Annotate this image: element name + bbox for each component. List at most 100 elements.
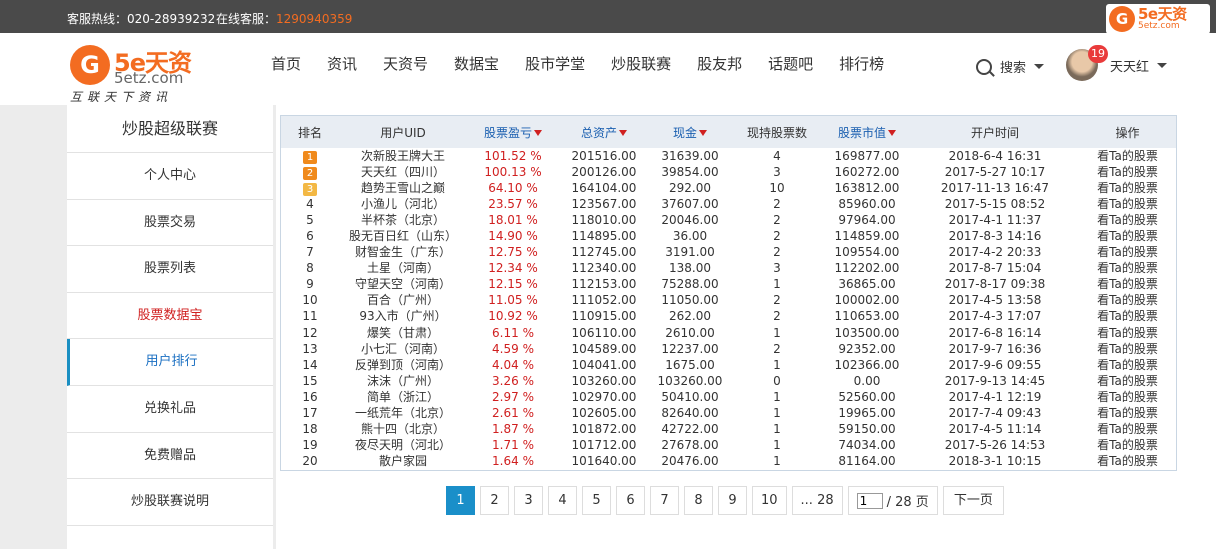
view-stocks-link[interactable]: 看Ta的股票 bbox=[1079, 357, 1176, 374]
table-row: 9 守望天空（河南） 12.15 % 112153.00 75288.00 1 36865.… bbox=[281, 277, 1176, 293]
table-row: 11 93入市（广州） 10.92 % 110915.00 262.00 2 110653.… bbox=[281, 309, 1176, 325]
nav-item-0[interactable]: 首页 bbox=[271, 53, 301, 74]
total-assets-cell: 101640.00 bbox=[559, 453, 649, 470]
page-button-6[interactable]: 7 bbox=[650, 486, 679, 515]
view-stocks-link[interactable]: 看Ta的股票 bbox=[1079, 309, 1176, 325]
view-stocks-link[interactable]: 看Ta的股票 bbox=[1079, 389, 1176, 406]
next-page-button[interactable]: 下一页 bbox=[942, 486, 1004, 515]
view-stocks-link[interactable]: 看Ta的股票 bbox=[1079, 292, 1176, 309]
view-stocks-link[interactable]: 看Ta的股票 bbox=[1079, 277, 1176, 293]
user-uid-cell[interactable]: 股无百日红（山东） bbox=[339, 228, 467, 245]
user-uid-cell[interactable]: 夜尽天明（河北） bbox=[339, 438, 467, 454]
cash-cell: 292.00 bbox=[669, 180, 711, 195]
user-uid-cell[interactable]: 百合（广州） bbox=[339, 292, 467, 309]
view-stocks-link[interactable]: 看Ta的股票 bbox=[1079, 438, 1176, 454]
view-stocks-link[interactable]: 看Ta的股票 bbox=[1079, 260, 1176, 277]
view-stocks-link[interactable]: 看Ta的股票 bbox=[1079, 325, 1176, 342]
sidebar-item-stock-trading[interactable]: 股票交易 bbox=[67, 200, 273, 247]
user-uid-cell[interactable]: 小七汇（河南） bbox=[339, 341, 467, 357]
user-uid-cell[interactable]: 反弹到顶（河南） bbox=[339, 357, 467, 374]
cash-cell: 75288.00 bbox=[661, 277, 719, 292]
page-button-5[interactable]: 6 bbox=[616, 486, 645, 515]
page-button-1[interactable]: 2 bbox=[480, 486, 509, 515]
user-uid-cell[interactable]: 次新股王牌大王 bbox=[339, 148, 467, 164]
site-logo[interactable]: G 5e天资 5etz.com 互联天下资讯 bbox=[70, 43, 200, 104]
user-uid-cell[interactable]: 小渔儿（河北） bbox=[339, 196, 467, 213]
rank-cell: 19 bbox=[302, 438, 318, 453]
sidebar-item-league-rules[interactable]: 炒股联赛说明 bbox=[67, 479, 273, 526]
nav-item-2[interactable]: 天资号 bbox=[383, 53, 428, 74]
user-uid-cell[interactable]: 趋势王雪山之巅 bbox=[339, 180, 467, 196]
nav-item-5[interactable]: 炒股联赛 bbox=[611, 53, 671, 74]
sidebar-item-stock-list[interactable]: 股票列表 bbox=[67, 246, 273, 293]
nav-item-6[interactable]: 股友邦 bbox=[697, 53, 742, 74]
page-button-10[interactable]: ... 28 bbox=[791, 486, 843, 515]
rank-cell: 20 bbox=[281, 453, 339, 470]
page-button-0[interactable]: 1 bbox=[446, 486, 475, 515]
col-total-assets[interactable]: 总资产 bbox=[559, 116, 649, 148]
profit-cell: 64.10 % bbox=[488, 180, 538, 195]
user-uid-cell[interactable]: 半杯茶（北京） bbox=[339, 212, 467, 228]
total-assets-cell: 112745.00 bbox=[571, 245, 637, 260]
page-jump-input[interactable] bbox=[856, 492, 883, 509]
user-uid-cell[interactable]: 爆笑（甘肃） bbox=[339, 325, 467, 342]
user-uid-cell[interactable]: 土星（河南） bbox=[339, 260, 467, 277]
open-time-cell: 2017-8-3 14:16 bbox=[911, 228, 1079, 245]
nav-item-4[interactable]: 股市学堂 bbox=[525, 53, 585, 74]
market-value-cell: 97964.00 bbox=[838, 212, 896, 227]
notification-badge[interactable]: 19 bbox=[1088, 45, 1108, 63]
user-uid-cell[interactable]: 财智金生（广东） bbox=[339, 245, 467, 261]
view-stocks-link[interactable]: 看Ta的股票 bbox=[1079, 196, 1176, 213]
sidebar-item-free-gifts[interactable]: 免费赠品 bbox=[67, 433, 273, 480]
user-uid-cell[interactable]: 简单（浙江） bbox=[339, 389, 467, 406]
page-button-9[interactable]: 10 bbox=[752, 486, 787, 515]
user-uid-cell[interactable]: 沫沫（广州） bbox=[339, 373, 467, 389]
search-menu[interactable]: 搜索 bbox=[976, 57, 1045, 76]
page-button-7[interactable]: 8 bbox=[684, 486, 713, 515]
page-button-8[interactable]: 9 bbox=[718, 486, 747, 515]
sidebar-item-personal-center[interactable]: 个人中心 bbox=[67, 153, 273, 200]
nav-item-1[interactable]: 资讯 bbox=[327, 53, 357, 74]
page-button-2[interactable]: 3 bbox=[514, 486, 543, 515]
rank-cell: 13 bbox=[302, 341, 318, 356]
col-profit[interactable]: 股票盈亏 bbox=[467, 116, 559, 148]
user-uid-cell[interactable]: 熊十四（北京） bbox=[339, 421, 467, 438]
avatar[interactable]: 19 bbox=[1066, 45, 1108, 81]
view-stocks-link[interactable]: 看Ta的股票 bbox=[1079, 453, 1176, 470]
rank-cell: 6 bbox=[281, 228, 339, 245]
col-cash[interactable]: 现金 bbox=[649, 116, 731, 148]
user-name[interactable]: 天天红 bbox=[1110, 56, 1149, 75]
user-uid-cell[interactable]: 散户家园 bbox=[339, 453, 467, 470]
user-uid-cell[interactable]: 守望天空（河南） bbox=[339, 277, 467, 293]
nav-item-3[interactable]: 数据宝 bbox=[454, 53, 499, 74]
page-button-3[interactable]: 4 bbox=[548, 486, 577, 515]
view-stocks-link[interactable]: 看Ta的股票 bbox=[1079, 341, 1176, 357]
page-button-4[interactable]: 5 bbox=[582, 486, 611, 515]
online-service-qq[interactable]: 1290940359 bbox=[276, 12, 352, 26]
view-stocks-link[interactable]: 看Ta的股票 bbox=[1079, 148, 1176, 164]
hotline-text: 客服热线：020-28939232 bbox=[67, 12, 216, 26]
open-time-cell: 2017-4-1 11:37 bbox=[948, 212, 1042, 227]
view-stocks-link[interactable]: 看Ta的股票 bbox=[1079, 373, 1176, 389]
view-stocks-link[interactable]: 看Ta的股票 bbox=[1079, 212, 1176, 228]
sidebar-item-user-ranking[interactable]: 用户排行 bbox=[67, 339, 273, 386]
view-stocks-link[interactable]: 看Ta的股票 bbox=[1079, 180, 1176, 196]
user-uid-cell[interactable]: 一纸荒年（北京） bbox=[339, 406, 467, 422]
sidebar-item-redeem-gifts[interactable]: 兑换礼品 bbox=[67, 386, 273, 433]
view-stocks-link[interactable]: 看Ta的股票 bbox=[1079, 406, 1176, 422]
top-logo[interactable]: G 5e天资 5etz.com bbox=[1106, 4, 1210, 34]
view-stocks-link[interactable]: 看Ta的股票 bbox=[1079, 245, 1176, 261]
user-uid-cell[interactable]: 天天红（四川） bbox=[339, 164, 467, 181]
user-uid-cell[interactable]: 93入市（广州） bbox=[339, 309, 467, 325]
sidebar-item-stock-data[interactable]: 股票数据宝 bbox=[67, 293, 273, 340]
col-market-value[interactable]: 股票市值 bbox=[823, 116, 911, 148]
market-value-cell: 109554.00 bbox=[834, 245, 900, 260]
view-stocks-link[interactable]: 看Ta的股票 bbox=[1079, 421, 1176, 438]
view-stocks-link[interactable]: 看Ta的股票 bbox=[1079, 164, 1176, 181]
user-menu[interactable]: 19 天天红 bbox=[1066, 45, 1168, 81]
nav-item-8[interactable]: 排行榜 bbox=[839, 53, 884, 74]
profit-cell: 1.87 % bbox=[467, 421, 559, 438]
view-stocks-link[interactable]: 看Ta的股票 bbox=[1079, 228, 1176, 245]
market-value-cell: 19965.00 bbox=[838, 406, 896, 421]
nav-item-7[interactable]: 话题吧 bbox=[768, 53, 813, 74]
